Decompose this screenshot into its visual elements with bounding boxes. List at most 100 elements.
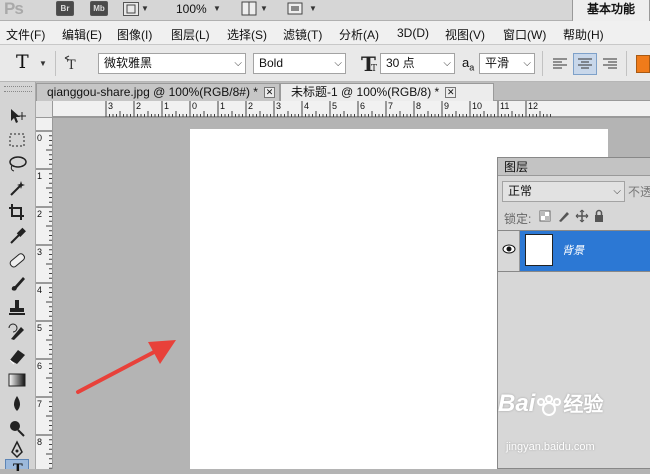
type-tool[interactable]: T bbox=[5, 459, 29, 474]
menu-file[interactable]: 文件(F) bbox=[6, 26, 45, 43]
watermark-brand-2: 经验 bbox=[563, 394, 604, 416]
horizontal-ruler[interactable]: 3 2 1 0 1 2 3 4 5 6 7 8 9 10 11 12 bbox=[36, 101, 650, 118]
menu-layer[interactable]: 图层(L) bbox=[171, 26, 210, 43]
ruler-label: 2 bbox=[248, 101, 254, 111]
pen-icon bbox=[11, 440, 23, 459]
healing-brush-tool[interactable] bbox=[6, 250, 28, 270]
lasso-icon bbox=[9, 156, 27, 172]
menu-select[interactable]: 选择(S) bbox=[227, 26, 267, 43]
eraser-tool[interactable] bbox=[6, 346, 28, 366]
lock-all-icon[interactable] bbox=[593, 209, 605, 226]
ruler-label: 2 bbox=[136, 101, 142, 111]
align-left-icon bbox=[553, 58, 567, 69]
align-center-button[interactable] bbox=[573, 53, 597, 75]
close-icon[interactable]: ✕ bbox=[445, 87, 457, 99]
layer-name[interactable]: 背景 bbox=[562, 242, 584, 258]
view-extras-dropdown[interactable]: ▼ bbox=[141, 4, 149, 13]
dodge-tool[interactable] bbox=[6, 418, 28, 438]
gradient-tool[interactable] bbox=[6, 370, 28, 390]
menu-view[interactable]: 视图(V) bbox=[445, 26, 485, 43]
menu-image[interactable]: 图像(I) bbox=[117, 26, 152, 43]
zoom-level[interactable]: 100% bbox=[176, 2, 207, 16]
antialias-value: 平滑 bbox=[485, 56, 510, 70]
vertical-ruler[interactable]: 0 1 2 3 4 5 6 7 8 bbox=[36, 118, 53, 469]
screen-mode-button[interactable] bbox=[286, 1, 304, 17]
view-extras-button[interactable] bbox=[123, 2, 139, 16]
menu-3d[interactable]: 3D(D) bbox=[397, 26, 429, 40]
workspace-switcher[interactable]: 基本功能 bbox=[572, 0, 650, 21]
tab-label: 未标题-1 @ 100%(RGB/8) * bbox=[291, 85, 440, 99]
font-size-select[interactable]: 30 点 ⌵ bbox=[380, 53, 455, 74]
brush-tool[interactable] bbox=[6, 274, 28, 294]
history-brush-icon bbox=[8, 323, 24, 340]
bridge-button[interactable]: Br bbox=[56, 1, 74, 16]
options-bar: T ▼ T 微软雅黑 ⌵ Bold ⌵ TT 30 点 ⌵ aa 平滑 ⌵ bbox=[0, 45, 650, 82]
align-left-button[interactable] bbox=[550, 54, 570, 74]
ruler-label: 9 bbox=[444, 101, 450, 111]
antialias-select[interactable]: 平滑 ⌵ bbox=[479, 53, 535, 74]
zoom-dropdown[interactable]: ▼ bbox=[213, 4, 221, 13]
menu-edit[interactable]: 编辑(E) bbox=[62, 26, 102, 43]
crop-icon bbox=[9, 204, 24, 220]
ruler-label: 12 bbox=[528, 101, 539, 111]
marquee-tool[interactable] bbox=[6, 130, 28, 150]
pen-tool[interactable] bbox=[6, 440, 28, 460]
tab-untitled-1[interactable]: 未标题-1 @ 100%(RGB/8) * ✕ bbox=[280, 83, 494, 101]
chevron-down-icon: ⌵ bbox=[234, 58, 242, 69]
eyedropper-tool[interactable] bbox=[6, 226, 28, 246]
panel-grip[interactable] bbox=[4, 86, 32, 92]
separator bbox=[542, 51, 543, 76]
ruler-label: 4 bbox=[304, 101, 310, 111]
lock-transparency-icon[interactable] bbox=[539, 210, 551, 225]
close-icon[interactable]: ✕ bbox=[263, 87, 275, 99]
arrange-documents-button[interactable] bbox=[240, 1, 258, 17]
drop-icon bbox=[14, 396, 20, 411]
layer-row-background[interactable]: 背景 bbox=[498, 230, 650, 272]
lock-label: 锁定: bbox=[504, 212, 532, 226]
align-right-button[interactable] bbox=[600, 54, 620, 74]
quick-selection-tool[interactable] bbox=[6, 178, 28, 198]
clone-stamp-tool[interactable] bbox=[6, 298, 28, 318]
layer-visibility-toggle[interactable] bbox=[498, 231, 520, 271]
tool-preset-text-icon[interactable]: T bbox=[16, 51, 29, 73]
ruler-label: 0 bbox=[192, 101, 198, 111]
text-orientation-button[interactable]: T bbox=[63, 54, 83, 74]
arrange-icon bbox=[241, 1, 257, 16]
ruler-label: 3 bbox=[276, 101, 282, 111]
layers-panel-title[interactable]: 图层 bbox=[498, 158, 650, 176]
menu-help[interactable]: 帮助(H) bbox=[563, 26, 604, 43]
ruler-label: 11 bbox=[500, 101, 510, 111]
history-brush-tool[interactable] bbox=[6, 322, 28, 342]
menu-analysis[interactable]: 分析(A) bbox=[339, 26, 379, 43]
lock-position-icon[interactable] bbox=[575, 209, 589, 226]
screen-mode-dropdown[interactable]: ▼ bbox=[309, 4, 317, 13]
blur-tool[interactable] bbox=[6, 394, 28, 414]
tool-preset-dropdown[interactable]: ▼ bbox=[39, 59, 47, 68]
document-tab-bar: qianggou-share.jpg @ 100%(RGB/8#) * ✕ 未标题… bbox=[36, 82, 650, 101]
menu-filter[interactable]: 滤镜(T) bbox=[283, 26, 322, 43]
menu-bar: 文件(F) 编辑(E) 图像(I) 图层(L) 选择(S) 滤镜(T) 分析(A… bbox=[0, 21, 650, 45]
arrange-dropdown[interactable]: ▼ bbox=[260, 4, 268, 13]
text-color-swatch[interactable] bbox=[636, 55, 650, 73]
blend-mode-select[interactable]: 正常 ⌵ bbox=[502, 181, 625, 202]
menu-window[interactable]: 窗口(W) bbox=[503, 26, 546, 43]
screen-mode-icon bbox=[287, 2, 303, 15]
ruler-origin[interactable] bbox=[36, 101, 53, 118]
font-style-select[interactable]: Bold ⌵ bbox=[253, 53, 346, 74]
lasso-tool[interactable] bbox=[6, 154, 28, 174]
font-family-select[interactable]: 微软雅黑 ⌵ bbox=[98, 53, 246, 74]
lock-pixels-icon[interactable] bbox=[557, 209, 571, 226]
align-right-icon bbox=[603, 58, 617, 69]
crop-tool[interactable] bbox=[6, 202, 28, 222]
move-tool-icon bbox=[11, 109, 26, 123]
eye-icon bbox=[502, 244, 516, 254]
tab-qianggou-share[interactable]: qianggou-share.jpg @ 100%(RGB/8#) * ✕ bbox=[36, 83, 280, 101]
ruler-label: 10 bbox=[472, 101, 483, 111]
mini-bridge-button[interactable]: Mb bbox=[90, 1, 108, 16]
tools-panel: T bbox=[0, 82, 36, 474]
move-tool[interactable] bbox=[6, 106, 28, 126]
ruler-label: 1 bbox=[220, 101, 226, 111]
chevron-down-icon: ⌵ bbox=[613, 186, 621, 197]
layer-thumbnail[interactable] bbox=[525, 234, 553, 266]
separator bbox=[55, 51, 56, 76]
